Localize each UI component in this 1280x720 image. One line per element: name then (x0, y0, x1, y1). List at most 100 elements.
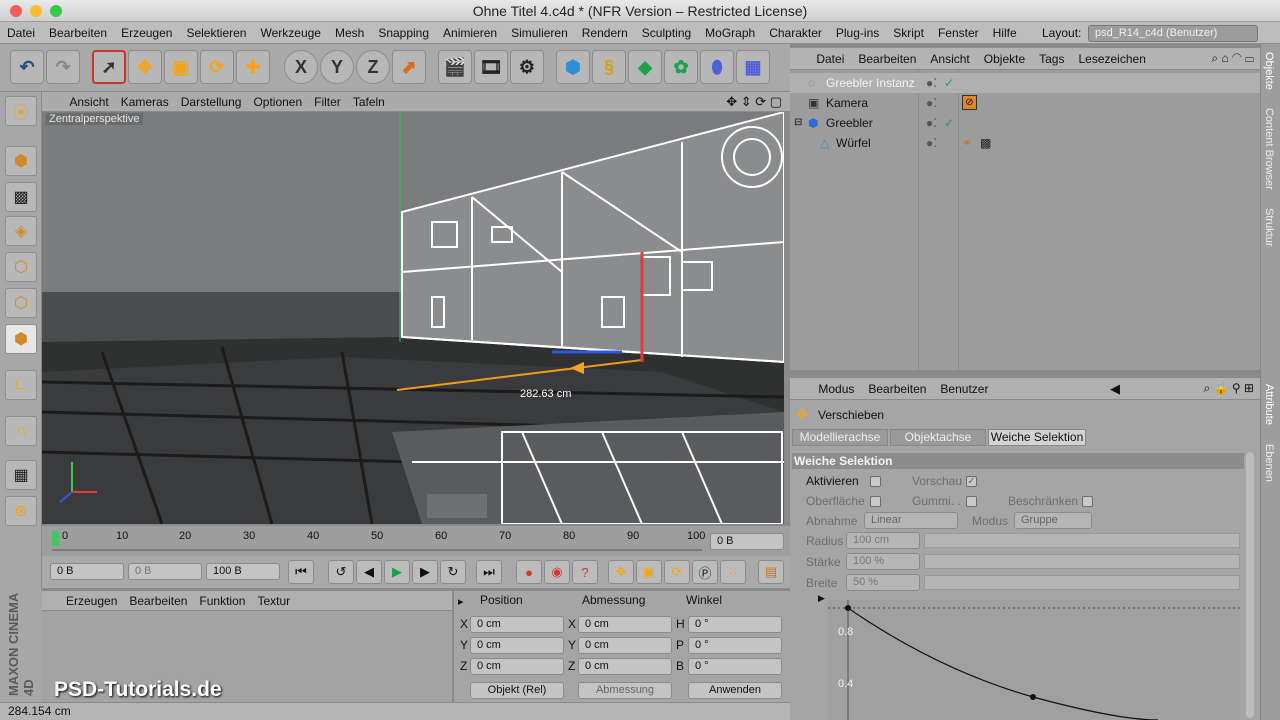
points-mode-icon[interactable]: ⬡ (5, 252, 37, 282)
key-rotation-icon[interactable]: ⟳ (664, 560, 690, 584)
render-settings-icon[interactable]: ⚙ (510, 50, 544, 84)
timeline-playhead[interactable] (52, 531, 59, 546)
enabled-check-icon[interactable]: ✓ (944, 113, 954, 133)
keyframe-selection-icon[interactable]: ? (572, 560, 598, 584)
width-slider[interactable] (924, 575, 1240, 590)
menu-skript[interactable]: Skript (886, 22, 931, 44)
attr-nav-icons[interactable]: ⌕ 🔒 ⚲ ⊞ (1203, 381, 1254, 396)
protection-tag-icon[interactable]: ⊘ (962, 95, 977, 110)
menu-hilfe[interactable]: Hilfe (986, 22, 1024, 44)
material-menu-erzeugen[interactable]: Erzeugen (60, 591, 123, 611)
cube-object-icon[interactable]: ⬢ (556, 50, 590, 84)
menu-werkzeuge[interactable]: Werkzeuge (253, 22, 327, 44)
enabled-check-icon[interactable]: ✓ (944, 73, 954, 93)
attr-menu-bearbeiten[interactable]: Bearbeiten (861, 378, 933, 400)
menu-sculpting[interactable]: Sculpting (635, 22, 698, 44)
rotate-tool-icon[interactable]: ⟳ (200, 50, 234, 84)
redo-icon[interactable]: ↷ (46, 50, 80, 84)
preview-start-field[interactable]: 0 B (128, 563, 202, 580)
key-position-icon[interactable]: ✥ (608, 560, 634, 584)
viewport-menu-tafeln[interactable]: Tafeln (347, 92, 391, 112)
width-field[interactable]: 50 % (846, 574, 920, 591)
autokey-icon[interactable]: ◉ (544, 560, 570, 584)
next-key-icon[interactable]: ↻ (440, 560, 466, 584)
menu-charakter[interactable]: Charakter (762, 22, 829, 44)
object-row-greebler[interactable]: ⊟ ⬢ Greebler ●⁚ ✓ (790, 113, 1260, 133)
prev-key-icon[interactable]: ↺ (328, 560, 354, 584)
back-arrow-icon[interactable]: ◀ (1110, 381, 1120, 397)
rotation-h-field[interactable]: 0 ° (688, 616, 782, 633)
snapping-magnet-icon[interactable]: ∩ (5, 416, 37, 446)
menu-selektieren[interactable]: Selektieren (179, 22, 253, 44)
activate-checkbox[interactable] (870, 476, 881, 487)
size-z-field[interactable]: 0 cm (578, 658, 672, 675)
menu-animieren[interactable]: Animieren (436, 22, 504, 44)
tab-content-browser[interactable]: Content Browser (1263, 108, 1275, 190)
obj-menu-lesezeichen[interactable]: Lesezeichen (1071, 48, 1152, 70)
close-window-button[interactable] (10, 5, 22, 17)
obj-menu-bearbeiten[interactable]: Bearbeiten (851, 48, 923, 70)
tab-objektachse[interactable]: Objektachse (890, 429, 986, 446)
coordinate-system-icon[interactable]: ⬈ (392, 50, 426, 84)
zoom-window-button[interactable] (50, 5, 62, 17)
polygons-mode-icon[interactable]: ⬢ (5, 324, 37, 354)
obj-menu-objekte[interactable]: Objekte (977, 48, 1032, 70)
3d-viewport[interactable]: Zentralperspektive 282.63 cm (42, 112, 784, 524)
tab-ebenen[interactable]: Ebenen (1263, 444, 1275, 482)
render-view-icon[interactable]: 🎬 (438, 50, 472, 84)
key-scale-icon[interactable]: ▣ (636, 560, 662, 584)
spline-icon[interactable]: § (592, 50, 626, 84)
goto-start-icon[interactable]: ⏮ (288, 560, 314, 584)
prev-frame-icon[interactable]: ◀ (356, 560, 382, 584)
size-x-field[interactable]: 0 cm (578, 616, 672, 633)
tab-attribute[interactable]: Attribute (1263, 384, 1275, 425)
record-icon[interactable]: ● (516, 560, 542, 584)
object-row-wuerfel[interactable]: △ Würfel ●⁚ ⚭ ▩ (790, 133, 1260, 153)
phong-tag-icon[interactable]: ⚭ (962, 133, 972, 153)
rubber-checkbox[interactable] (966, 496, 977, 507)
tab-objekte[interactable]: Objekte (1263, 52, 1275, 90)
generator-icon[interactable]: ◆ (628, 50, 662, 84)
menu-plugins[interactable]: Plug-ins (829, 22, 886, 44)
menu-bearbeiten[interactable]: Bearbeiten (42, 22, 114, 44)
viewport-menu-kameras[interactable]: Kameras (115, 92, 175, 112)
current-frame-field[interactable]: 0 B (710, 533, 784, 550)
edges-mode-icon[interactable]: ⬡ (5, 288, 37, 318)
position-x-field[interactable]: 0 cm (470, 616, 564, 633)
z-axis-lock-icon[interactable]: Z (356, 50, 390, 84)
texture-mode-icon[interactable]: ▩ (5, 182, 37, 212)
texture-tag-icon[interactable]: ▩ (980, 133, 991, 153)
coord-mode-select[interactable]: Objekt (Rel) (470, 682, 564, 699)
rotation-b-field[interactable]: 0 ° (688, 658, 782, 675)
position-z-field[interactable]: 0 cm (470, 658, 564, 675)
menu-mesh[interactable]: Mesh (328, 22, 371, 44)
obj-menu-ansicht[interactable]: Ansicht (923, 48, 976, 70)
y-axis-lock-icon[interactable]: Y (320, 50, 354, 84)
tab-modellierachse[interactable]: Modellierachse (792, 429, 888, 446)
menu-snapping[interactable]: Snapping (371, 22, 436, 44)
radius-slider[interactable] (924, 533, 1240, 548)
render-picture-viewer-icon[interactable]: 🎞 (474, 50, 508, 84)
menu-mograph[interactable]: MoGraph (698, 22, 762, 44)
viewport-menu-ansicht[interactable]: Ansicht (63, 92, 114, 112)
viewport-menu-darstellung[interactable]: Darstellung (175, 92, 248, 112)
visibility-dots[interactable]: ●⁚ (926, 113, 937, 133)
timeline-window-icon[interactable]: ▤ (758, 560, 784, 584)
layout-select[interactable]: psd_R14_c4d (Benutzer) (1088, 25, 1258, 42)
menu-fenster[interactable]: Fenster (931, 22, 986, 44)
menu-rendern[interactable]: Rendern (575, 22, 635, 44)
model-mode-icon[interactable]: ⬢ (5, 146, 37, 176)
strength-field[interactable]: 100 % (846, 553, 920, 570)
end-frame-field[interactable]: 100 B (206, 563, 280, 580)
object-row-greebler-instanz[interactable]: ◌ Greebler Instanz ●⁚ ✓ (790, 73, 1260, 93)
make-editable-icon[interactable]: ⦿ (5, 96, 37, 126)
goto-end-icon[interactable]: ⏭ (476, 560, 502, 584)
axis-mode-icon[interactable]: ∟ (5, 370, 37, 400)
material-menu-funktion[interactable]: Funktion (193, 591, 251, 611)
viewport-menu-optionen[interactable]: Optionen (247, 92, 308, 112)
object-row-kamera[interactable]: ▣ Kamera ●⁚ ⊘ (790, 93, 1260, 113)
menu-erzeugen[interactable]: Erzeugen (114, 22, 179, 44)
key-pla-icon[interactable]: ⁙ (720, 560, 746, 584)
last-tool-icon[interactable]: ✚ (236, 50, 270, 84)
scale-tool-icon[interactable]: ▣ (164, 50, 198, 84)
